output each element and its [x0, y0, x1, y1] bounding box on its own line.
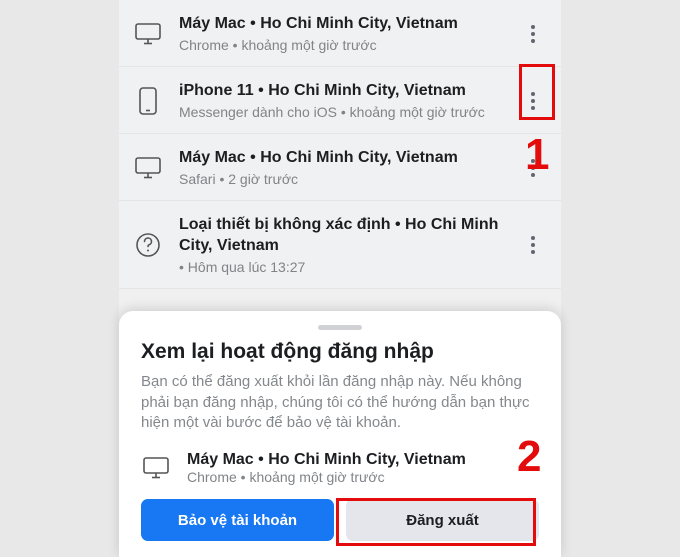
- protect-account-button[interactable]: Bảo vệ tài khoản: [141, 499, 334, 541]
- session-text: Máy Mac • Ho Chi Minh City, Vietnam Safa…: [179, 148, 519, 188]
- session-sub: Chrome • khoảng một giờ trước: [179, 36, 519, 54]
- phone-screen: Máy Mac • Ho Chi Minh City, Vietnam Chro…: [119, 0, 561, 557]
- more-icon[interactable]: [519, 14, 547, 54]
- sheet-title: Xem lại hoạt động đăng nhập: [141, 340, 539, 364]
- sheet-device-row: Máy Mac • Ho Chi Minh City, Vietnam Chro…: [141, 451, 539, 485]
- unknown-device-icon: [133, 230, 163, 260]
- logout-button[interactable]: Đăng xuất: [346, 499, 539, 541]
- desktop-icon: [133, 153, 163, 183]
- session-sub: Messenger dành cho iOS • khoảng một giờ …: [179, 103, 519, 121]
- session-list: Máy Mac • Ho Chi Minh City, Vietnam Chro…: [119, 0, 561, 289]
- action-sheet: Xem lại hoạt động đăng nhập Bạn có thể đ…: [119, 311, 561, 557]
- sheet-device-sub: Chrome • khoảng một giờ trước: [187, 469, 466, 485]
- more-icon[interactable]: [519, 148, 547, 188]
- session-item[interactable]: Máy Mac • Ho Chi Minh City, Vietnam Safa…: [119, 134, 561, 201]
- sheet-device-title: Máy Mac • Ho Chi Minh City, Vietnam: [187, 451, 466, 469]
- sheet-description: Bạn có thể đăng xuất khỏi lần đăng nhập …: [141, 372, 539, 433]
- session-sub: • Hôm qua lúc 13:27: [179, 258, 519, 276]
- session-title: Loại thiết bị không xác định • Ho Chi Mi…: [179, 215, 519, 257]
- phone-icon: [133, 86, 163, 116]
- session-text: iPhone 11 • Ho Chi Minh City, Vietnam Me…: [179, 81, 519, 121]
- session-title: Máy Mac • Ho Chi Minh City, Vietnam: [179, 14, 519, 35]
- session-text: Máy Mac • Ho Chi Minh City, Vietnam Chro…: [179, 14, 519, 54]
- session-sub: Safari • 2 giờ trước: [179, 170, 519, 188]
- sheet-grabber[interactable]: [318, 325, 362, 330]
- session-text: Loại thiết bị không xác định • Ho Chi Mi…: [179, 215, 519, 276]
- desktop-icon: [133, 19, 163, 49]
- more-icon[interactable]: [519, 225, 547, 265]
- sheet-device-text: Máy Mac • Ho Chi Minh City, Vietnam Chro…: [187, 451, 466, 485]
- session-item[interactable]: iPhone 11 • Ho Chi Minh City, Vietnam Me…: [119, 67, 561, 134]
- desktop-icon: [141, 453, 171, 483]
- session-item[interactable]: Loại thiết bị không xác định • Ho Chi Mi…: [119, 201, 561, 289]
- button-row: Bảo vệ tài khoản Đăng xuất: [141, 499, 539, 541]
- more-icon[interactable]: [519, 81, 547, 121]
- session-title: Máy Mac • Ho Chi Minh City, Vietnam: [179, 148, 519, 169]
- session-item[interactable]: Máy Mac • Ho Chi Minh City, Vietnam Chro…: [119, 0, 561, 67]
- session-title: iPhone 11 • Ho Chi Minh City, Vietnam: [179, 81, 519, 102]
